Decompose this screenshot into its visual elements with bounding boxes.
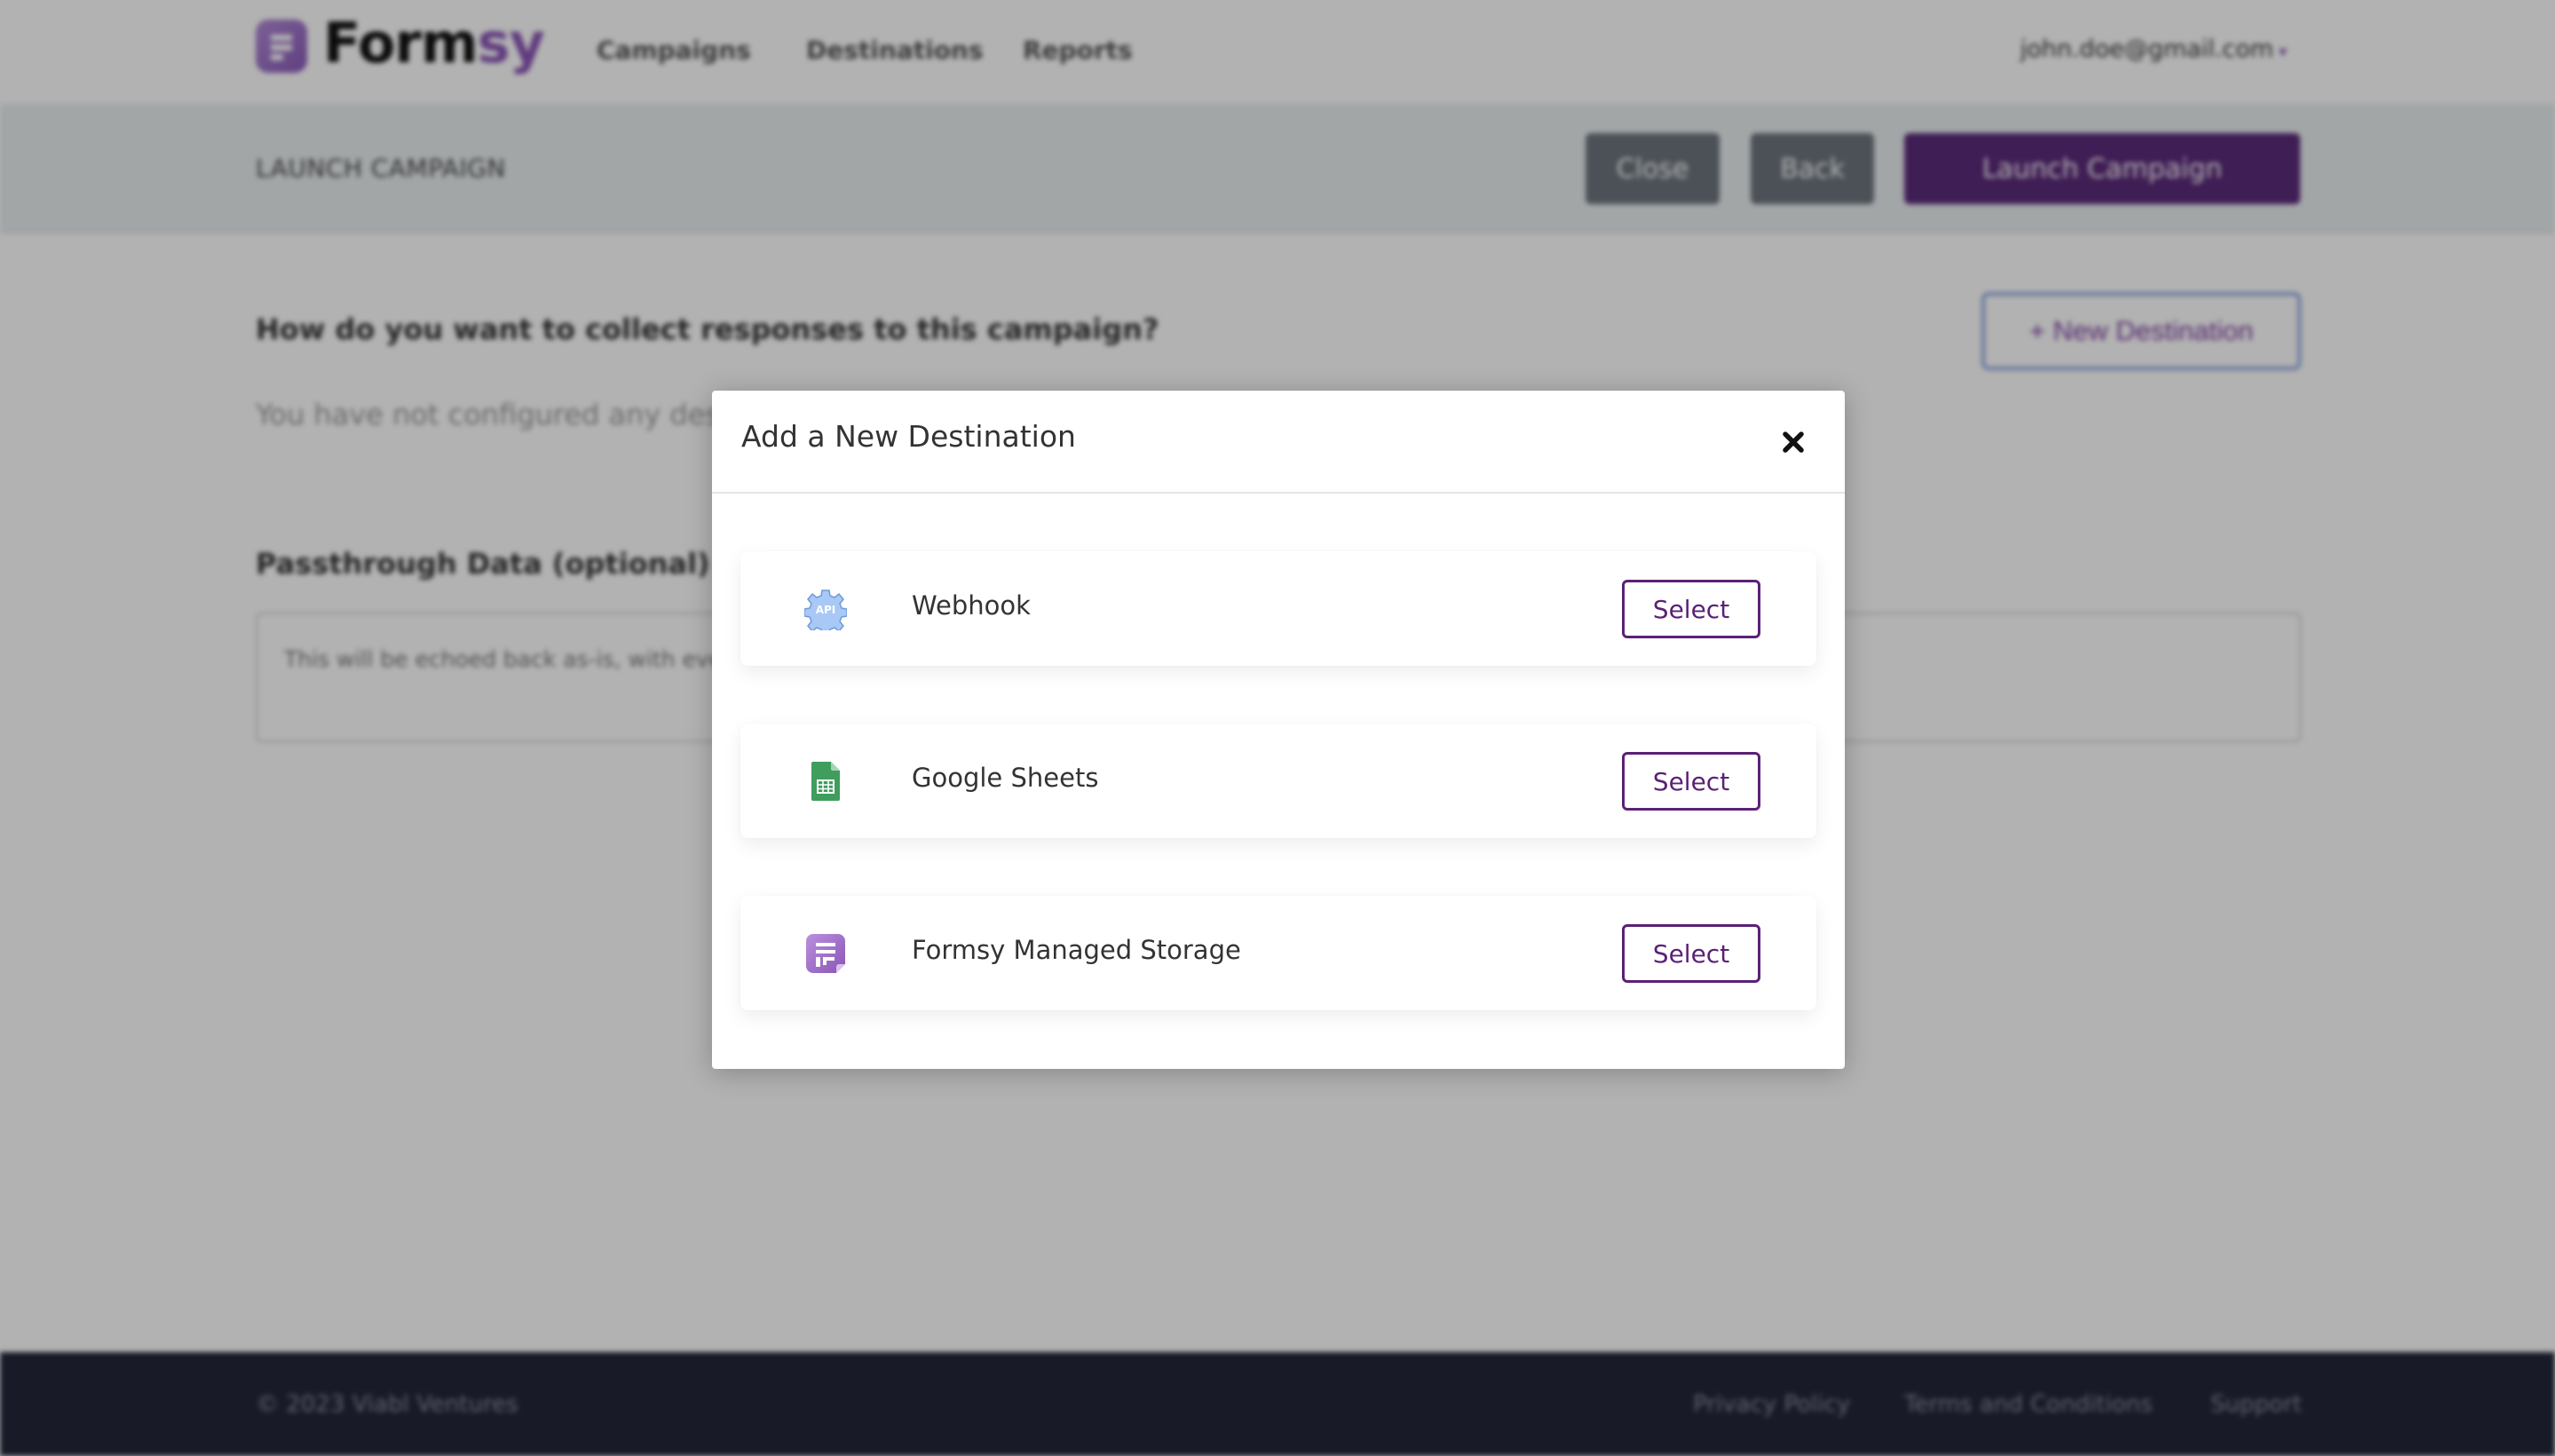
select-formsy-storage-button[interactable]: Select: [1622, 924, 1760, 983]
destination-option-google-sheets: Google Sheets Select: [740, 724, 1816, 838]
destination-option-formsy-storage: Formsy Managed Storage Select: [740, 896, 1816, 1010]
destination-option-webhook: API Webhook Select: [740, 551, 1816, 666]
google-sheets-icon: [804, 760, 847, 803]
destination-name: Webhook: [912, 590, 1031, 621]
api-gear-icon: API: [803, 588, 848, 636]
destination-name: Google Sheets: [912, 763, 1099, 793]
close-icon[interactable]: [1774, 423, 1813, 462]
add-destination-modal: Add a New Destination API Webhook Select: [712, 391, 1845, 1069]
select-google-sheets-button[interactable]: Select: [1622, 752, 1760, 811]
destination-name: Formsy Managed Storage: [912, 935, 1241, 965]
formsy-icon: [804, 932, 847, 975]
modal-header: Add a New Destination: [712, 391, 1845, 494]
modal-title: Add a New Destination: [741, 419, 1076, 454]
select-webhook-button[interactable]: Select: [1622, 580, 1760, 638]
svg-text:API: API: [816, 604, 836, 616]
